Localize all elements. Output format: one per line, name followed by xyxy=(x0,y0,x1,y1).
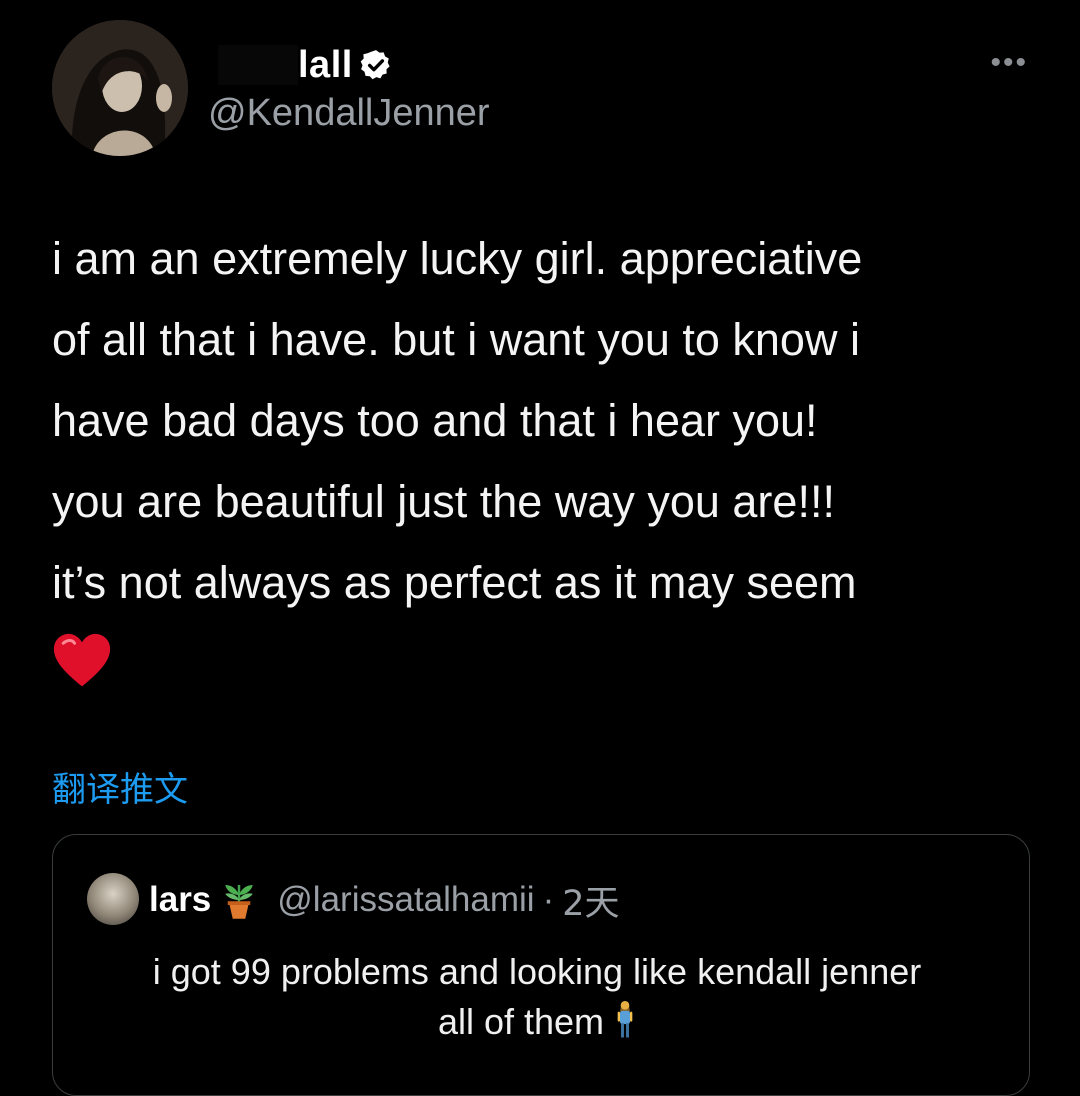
quoted-text-line-2-text: all of them xyxy=(437,1001,605,1042)
translate-tweet-link[interactable]: 翻译推文 xyxy=(52,762,188,811)
quoted-tweet[interactable]: lars @larissatalhamii · 2天 i got 99 prob… xyxy=(52,834,1030,1096)
author-name-row: lall xyxy=(218,40,393,90)
name-redaction xyxy=(218,45,298,85)
quoted-text-line-1: i got 99 problems and looking like kenda… xyxy=(152,951,922,992)
quoted-author-handle[interactable]: @larissatalhamii xyxy=(277,880,534,920)
author-avatar[interactable] xyxy=(52,20,188,156)
author-display-name[interactable]: lall xyxy=(298,44,353,87)
potted-plant-icon xyxy=(225,885,254,919)
author-handle[interactable]: @KendallJenner xyxy=(208,92,490,135)
quoted-text-line-2: all of them xyxy=(87,997,987,1047)
quoted-author-avatar[interactable] xyxy=(87,873,139,925)
red-heart-icon xyxy=(53,633,111,687)
quoted-tweet-time[interactable]: 2天 xyxy=(562,875,619,926)
header-separator: · xyxy=(542,880,555,919)
tweet: lall @KendallJenner ••• i am an extremel… xyxy=(0,0,1080,1096)
standing-woman-icon xyxy=(617,1001,633,1038)
verified-badge-icon xyxy=(360,50,390,80)
tweet-text: i am an extremely lucky girl. appreciati… xyxy=(52,233,863,608)
more-options-icon[interactable]: ••• xyxy=(990,46,1028,80)
quoted-tweet-text: i got 99 problems and looking like kenda… xyxy=(87,947,987,1047)
quoted-tweet-header: lars @larissatalhamii · 2天 xyxy=(149,875,620,925)
quoted-author-name[interactable]: lars xyxy=(149,880,211,920)
